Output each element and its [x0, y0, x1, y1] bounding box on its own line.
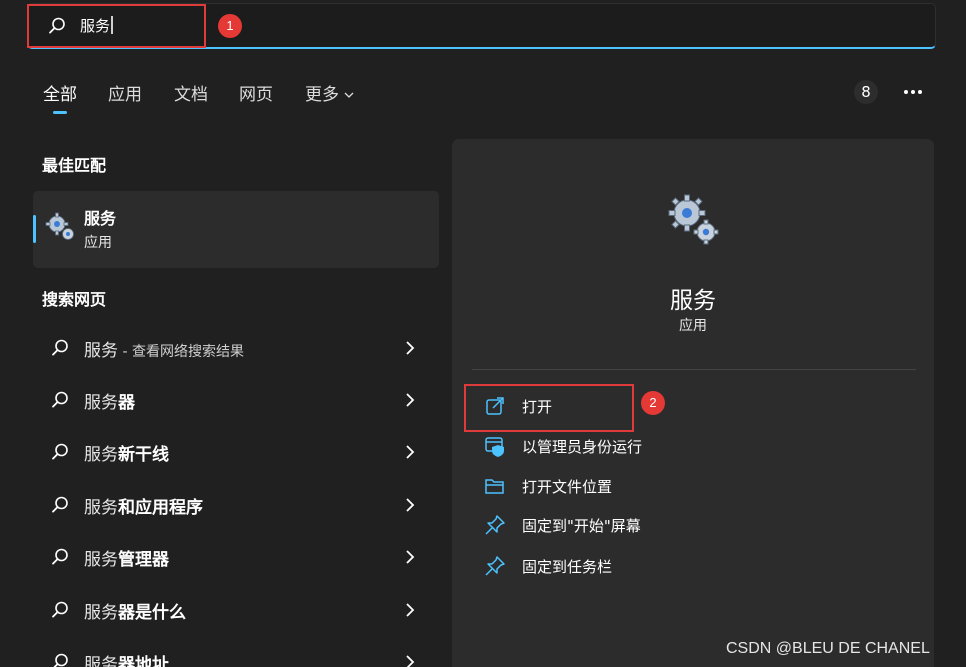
action-open-file-location-label: 打开文件位置 [522, 478, 613, 496]
rewards-count-badge[interactable]: 8 [854, 80, 878, 104]
suggestion-text: 和应用程序 [118, 498, 203, 518]
suggestion-text: 器 [118, 393, 135, 413]
tab-more[interactable]: 更多 [305, 80, 354, 105]
action-pin-to-taskbar-label: 固定到任务栏 [522, 558, 613, 576]
chevron-right-icon [406, 655, 415, 667]
best-match-heading: 最佳匹配 [42, 156, 107, 175]
tab-web[interactable]: 网页 [239, 80, 273, 105]
query-text: 服务 [84, 445, 118, 465]
services-gear-icon [45, 212, 74, 240]
search-icon [52, 548, 68, 565]
web-result-item[interactable]: 服务器 [33, 375, 439, 425]
search-icon [52, 601, 68, 618]
suggestion-text: 器是什么 [118, 603, 186, 623]
web-result-item[interactable]: 服务新干线 [33, 427, 439, 477]
web-result-item[interactable]: 服务器地址 [33, 637, 439, 667]
best-match-type: 应用 [84, 235, 112, 251]
query-text: 服务 [84, 603, 118, 623]
chevron-right-icon [406, 445, 415, 459]
search-icon [52, 339, 68, 356]
suggestion-text: 器地址 [118, 655, 169, 667]
best-match-name: 服务 [84, 209, 117, 228]
detail-title: 服务 [670, 288, 716, 314]
tab-apps[interactable]: 应用 [108, 80, 142, 105]
search-icon [52, 496, 68, 513]
tab-documents[interactable]: 文档 [174, 80, 208, 105]
search-icon [52, 443, 68, 460]
more-dot [911, 90, 915, 94]
folder-icon [485, 479, 504, 494]
best-match-item[interactable]: 服务 应用 [33, 191, 439, 268]
suggestion-text: 管理器 [118, 550, 169, 570]
chevron-right-icon [406, 498, 415, 512]
chevron-right-icon [406, 550, 415, 564]
tab-more-label: 更多 [305, 85, 339, 105]
suggestion-text: 新干线 [118, 445, 169, 465]
annotation-badge-1: 1 [218, 14, 242, 38]
query-text: 服务 [84, 655, 118, 667]
web-result-item[interactable]: 服务器是什么 [33, 585, 439, 635]
search-icon [52, 391, 68, 408]
divider [472, 369, 916, 370]
pin-icon [485, 556, 505, 576]
action-pin-to-taskbar[interactable]: 固定到任务栏 [468, 547, 908, 585]
tab-all[interactable]: 全部 [43, 80, 77, 105]
action-pin-to-start-label: 固定到"开始"屏幕 [522, 517, 641, 535]
query-text: 服务 [84, 341, 118, 361]
services-gear-icon [668, 194, 719, 245]
chevron-right-icon [406, 603, 415, 617]
query-text: 服务 [84, 393, 118, 413]
chevron-right-icon [406, 341, 415, 355]
more-dot [904, 90, 908, 94]
annotation-badge-2: 2 [641, 391, 665, 415]
annotation-box-open [464, 384, 634, 432]
query-text: 服务 [84, 550, 118, 570]
search-icon [53, 653, 68, 667]
web-result-item[interactable]: 服务 - 查看网络搜索结果 [33, 323, 439, 373]
detail-subtitle: 应用 [679, 318, 707, 334]
annotation-box-search [27, 4, 206, 48]
hint-text: - 查看网络搜索结果 [118, 344, 244, 360]
run-as-admin-icon [485, 437, 504, 457]
web-result-item[interactable]: 服务和应用程序 [33, 480, 439, 530]
action-open-file-location[interactable]: 打开文件位置 [468, 467, 908, 505]
action-pin-to-start[interactable]: 固定到"开始"屏幕 [468, 506, 908, 544]
active-tab-indicator [53, 111, 67, 114]
action-run-as-admin-label: 以管理员身份运行 [522, 438, 643, 456]
web-search-heading: 搜索网页 [42, 290, 107, 309]
web-result-item[interactable]: 服务管理器 [33, 532, 439, 582]
chevron-down-icon [344, 92, 354, 98]
more-options-button[interactable] [898, 80, 928, 104]
selection-indicator [33, 215, 36, 243]
pin-icon [485, 515, 505, 535]
watermark: CSDN @BLEU DE CHANEL [726, 640, 930, 657]
chevron-right-icon [406, 393, 415, 407]
more-dot [918, 90, 922, 94]
query-text: 服务 [84, 498, 118, 518]
action-run-as-admin[interactable]: 以管理员身份运行 [468, 427, 908, 465]
